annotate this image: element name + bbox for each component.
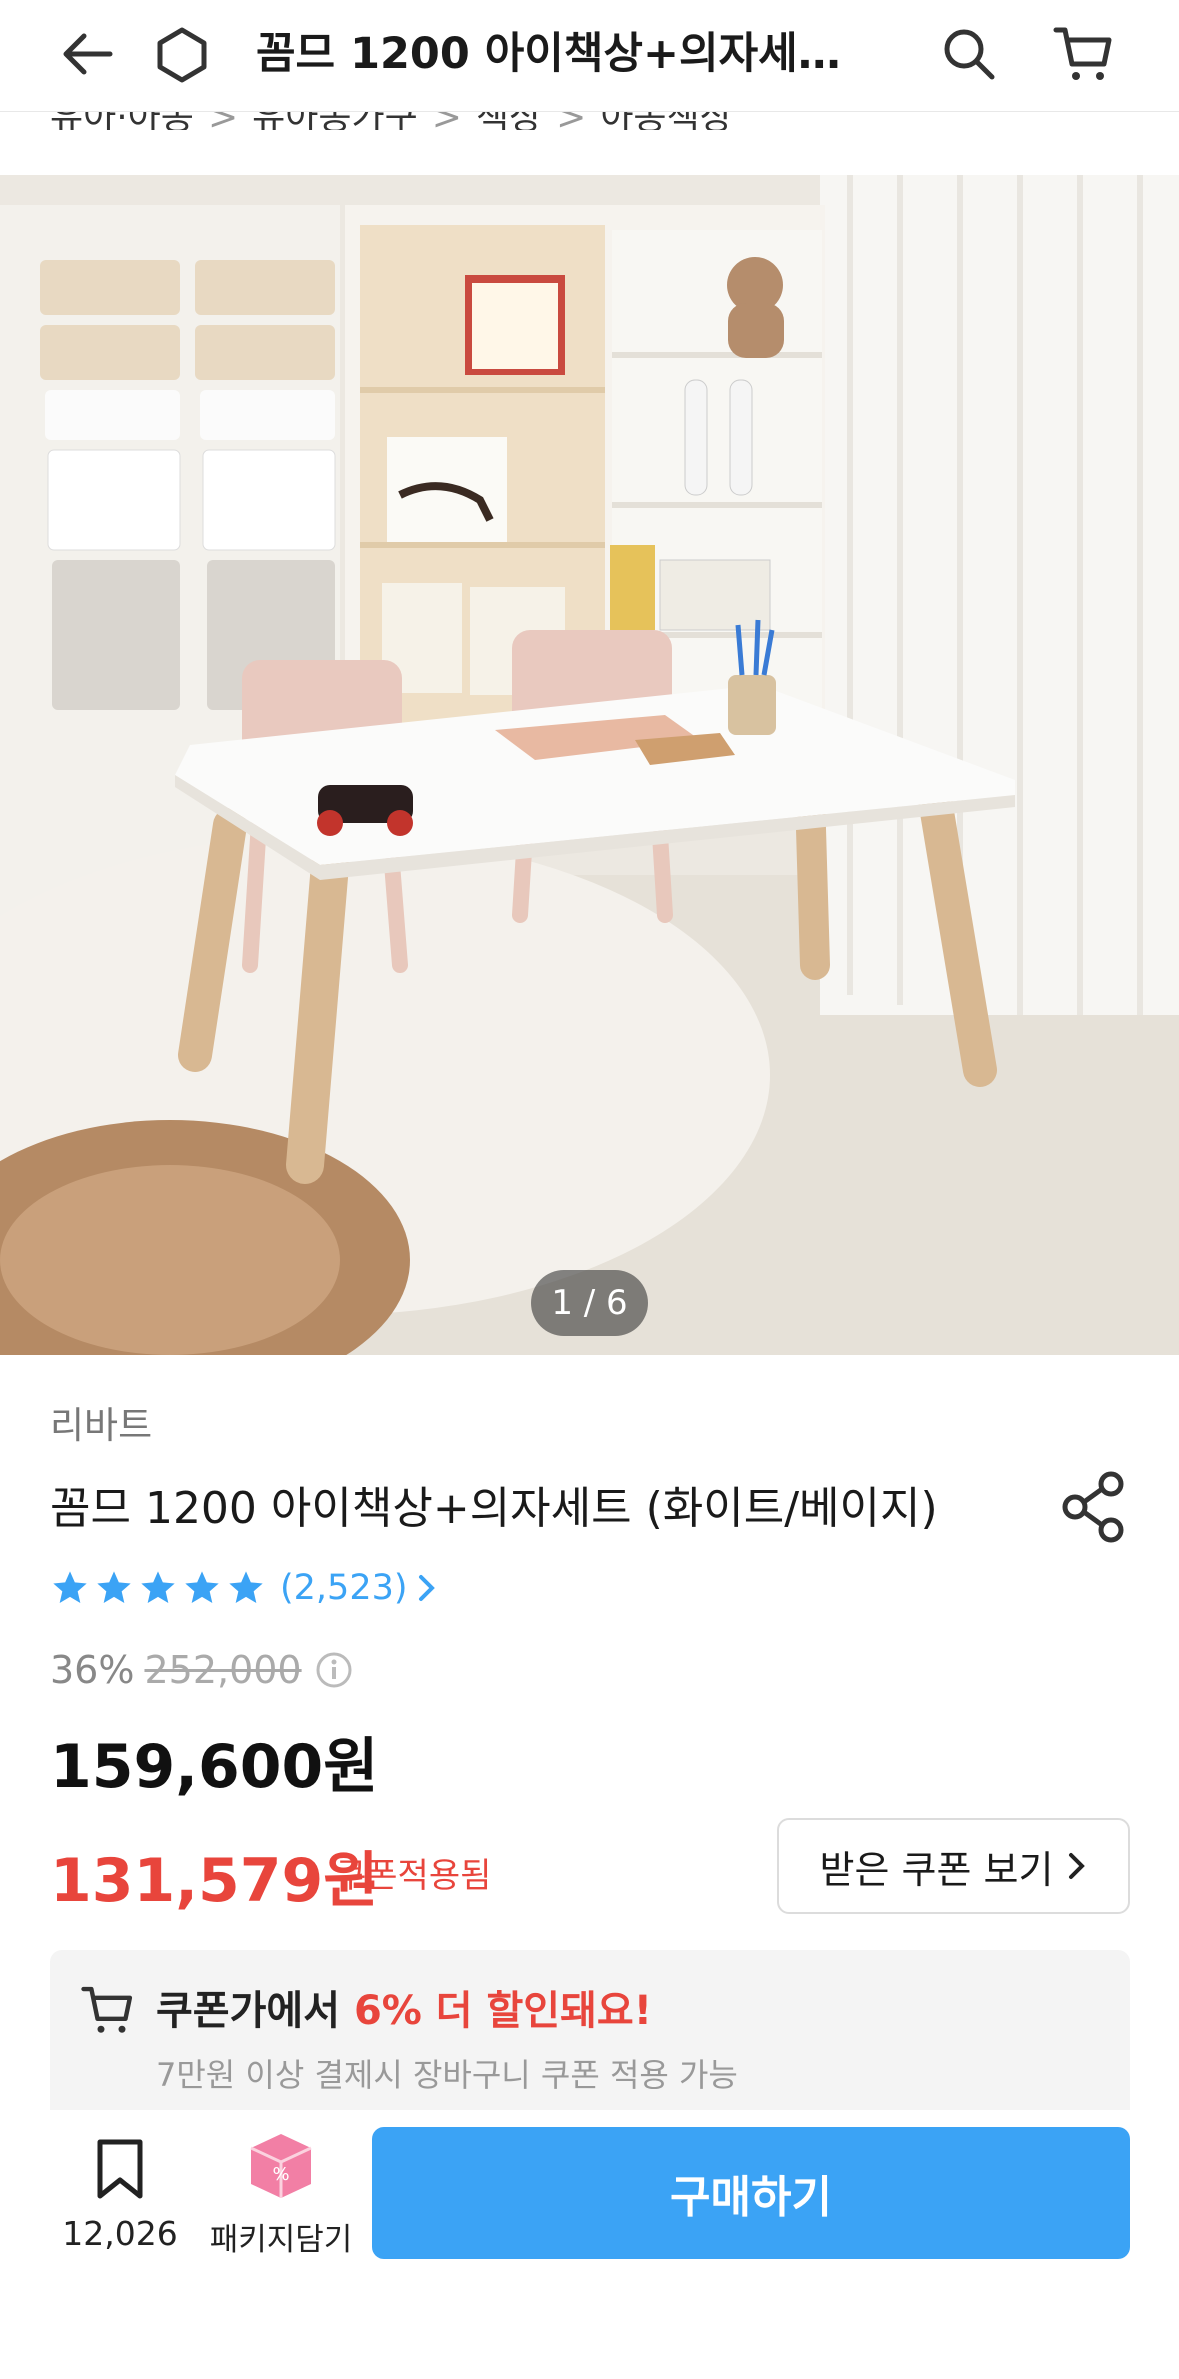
buy-button[interactable]: 구매하기: [372, 2127, 1130, 2259]
bookmark-button[interactable]: 12,026: [60, 2138, 180, 2253]
home-button[interactable]: [142, 14, 222, 94]
search-icon: [944, 29, 995, 80]
promo-subtext: 7만원 이상 결제시 장바구니 쿠폰 적용 가능: [156, 2056, 738, 2094]
product-title: 꼼므 1200 아이책상+의자세트 (화이트/베이지): [50, 1483, 938, 1534]
add-to-package-button[interactable]: % 패키지담기: [206, 2130, 356, 2259]
top-app-bar: 꼼므 1200 아이책상+의자세트 (화이트/베이지): [0, 0, 1179, 112]
arrow-left-icon: [63, 33, 113, 75]
package-box-icon: %: [250, 2134, 312, 2198]
coupon-applied-label: 쿠폰적용됨: [335, 1856, 492, 1896]
package-label: 패키지담기: [209, 2222, 353, 2258]
coupon-price: 131,579원: [50, 1846, 379, 1916]
promo-headline-prefix: 쿠폰가에서: [156, 1988, 354, 2034]
bottom-action-bar: 12,026 % 패키지담기 구매하기: [0, 2110, 1179, 2379]
bookmark-count: 12,026: [62, 2214, 178, 2253]
promo-headline-highlight: 6% 더 할인돼요!: [353, 1988, 652, 2034]
review-count[interactable]: (2,523): [280, 1568, 408, 1608]
original-price: 252,000: [144, 1648, 302, 1692]
star-icon: [97, 1570, 131, 1603]
svg-text:%: %: [272, 2164, 289, 2185]
view-coupons-label: 받은 쿠폰 보기: [819, 1847, 1054, 1892]
info-button[interactable]: [314, 1650, 354, 1690]
image-pager: 1 / 6: [531, 1270, 648, 1336]
rating-row[interactable]: (2,523): [50, 1565, 438, 1610]
coupon-promo-banner[interactable]: 쿠폰가에서 6% 더 할인돼요! 7만원 이상 결제시 장바구니 쿠폰 적용 가…: [50, 1950, 1130, 2110]
star-icon: [229, 1570, 263, 1603]
product-photo: [0, 175, 1179, 1355]
cart-icon: [1053, 27, 1112, 80]
header-title: 꼼므 1200 아이책상+의자세트 (화이트/베이지): [256, 29, 876, 79]
share-icon: [1062, 1471, 1124, 1543]
cart-button[interactable]: [1044, 14, 1124, 94]
star-icon: [185, 1570, 219, 1603]
star-icon: [141, 1570, 175, 1603]
chevron-right-icon: [416, 1572, 438, 1604]
home-icon: [157, 27, 207, 83]
cart-icon: [80, 1982, 136, 2042]
brand-name[interactable]: 리바트: [50, 1395, 152, 1449]
chevron-right-icon: [1067, 1850, 1087, 1882]
rating-stars: [50, 1568, 266, 1608]
search-button[interactable]: [929, 14, 1009, 94]
star-icon: [53, 1570, 87, 1603]
info-icon: [316, 1652, 352, 1688]
discount-row: 36% 252,000: [50, 1648, 354, 1692]
sale-price: 159,600원: [50, 1732, 379, 1802]
share-button[interactable]: [1054, 1467, 1134, 1547]
back-button[interactable]: [48, 14, 128, 94]
discount-rate: 36%: [50, 1648, 135, 1692]
view-coupons-button[interactable]: 받은 쿠폰 보기: [777, 1818, 1130, 1914]
bookmark-icon: [97, 2139, 143, 2199]
product-image-gallery[interactable]: [0, 175, 1179, 1355]
promo-headline: 쿠폰가에서 6% 더 할인돼요!: [156, 1978, 652, 2036]
